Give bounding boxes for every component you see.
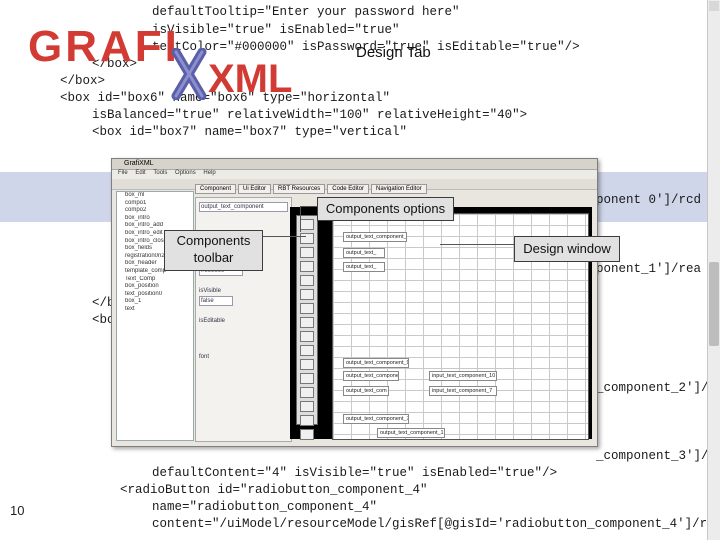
tree-item[interactable]: box_position [117,283,193,291]
design-component[interactable]: output_text_component_9 [343,358,409,368]
tab-ui-editor[interactable]: Ui Editor [238,184,272,194]
code-line: name="radiobutton_component_4" [152,500,378,514]
callout-leader-line [300,206,318,207]
code-line: isBalanced="true" relativeWidth="100" re… [92,108,528,122]
palette-tool-icon[interactable] [300,317,314,328]
tab-component[interactable]: Component [195,184,237,194]
prop-visible-field[interactable]: false [199,296,233,306]
prop-name-field[interactable]: output_text_component [199,202,288,212]
menu-options[interactable]: Options [175,170,196,176]
editor-tabs[interactable]: Component Ui Editor RBT Resources Code Edit… [195,184,590,196]
tree-item[interactable]: compo2 [117,207,193,215]
tree-item[interactable]: box_intro_add [117,222,193,230]
tab-rbt-resources[interactable]: RBT Resources [273,184,326,194]
code-line: ponent 0']/rcd [596,193,702,207]
tree-item[interactable]: text [117,306,193,314]
design-component[interactable]: input_text_component_10 [429,371,497,381]
vertical-scrollbar[interactable] [707,0,720,540]
tree-item[interactable]: compo1 [117,200,193,208]
design-component[interactable]: output_text_component_7 [343,414,409,424]
logo-xml-text: XML [208,57,292,100]
logo-xml-mark: XML [171,48,292,100]
palette-tool-icon[interactable] [300,331,314,342]
code-line: content="/uiModel/resourceModel/gisRef[@… [152,517,708,531]
menu-bar[interactable]: File Edit Tools Options Help [112,170,597,179]
design-component[interactable]: output_text_ [343,248,385,258]
callout-components-toolbar: Components toolbar [164,230,263,271]
callout-leader-line [440,244,515,245]
code-line: _component_3']/ [596,449,709,463]
tab-code-editor[interactable]: Code Editor [327,184,369,194]
components-palette[interactable] [296,215,318,440]
palette-tool-icon[interactable] [300,275,314,286]
design-tab-caption: Design Tab [356,44,431,61]
design-component[interactable]: output_text_com [343,386,389,396]
palette-tool-icon[interactable] [300,247,314,258]
code-line: <box id="box7" name="box7" type="vertica… [92,125,408,139]
design-component[interactable]: output_text_componen [343,371,399,381]
logo-grafi-text: GRAFI [28,22,180,71]
palette-tool-icon[interactable] [300,345,314,356]
menu-file[interactable]: File [118,170,128,176]
design-component[interactable]: output_text_ [343,262,385,272]
scrollbar-thumb[interactable] [709,262,719,346]
palette-tool-icon[interactable] [300,429,314,440]
palette-tool-icon[interactable] [300,261,314,272]
window-titlebar[interactable]: GrafiXML [112,159,597,170]
grafixml-logo: GRAFI XML [28,18,298,100]
callout-components-options: Components options [317,197,454,221]
design-component[interactable]: input_text_component_7 [429,386,497,396]
tab-navigation-editor[interactable]: Navigation Editor [370,184,427,194]
palette-tool-icon[interactable] [300,233,314,244]
palette-tool-icon[interactable] [300,373,314,384]
menu-edit[interactable]: Edit [135,170,145,176]
tree-item[interactable]: Text_Comp [117,276,193,284]
callout-leader-line [300,206,301,232]
scroll-up-button[interactable] [709,1,719,11]
code-line: _component_2']/ [596,381,709,395]
code-line: <radioButton id="radiobutton_component_4… [120,483,428,497]
code-line: ponent_1']/rea [596,262,702,276]
palette-tool-icon[interactable] [300,219,314,230]
palette-tool-icon[interactable] [300,387,314,398]
palette-tool-icon[interactable] [300,303,314,314]
tree-item[interactable]: box_1 [117,298,193,306]
window-title: GrafiXML [124,160,154,167]
page-number: 10 [10,503,25,518]
tree-item[interactable]: text_position0 [117,291,193,299]
tree-item[interactable]: box_intro [117,215,193,223]
tree-item[interactable]: box_ml [117,192,193,200]
palette-tool-icon[interactable] [300,359,314,370]
prop-label: isVisible [199,288,221,294]
menu-help[interactable]: Help [203,170,215,176]
callout-leader-line [262,236,306,237]
prop-label: isEditable [199,318,226,324]
code-line: defaultTooltip="Enter your password here… [152,5,460,19]
code-line: defaultContent="4" isVisible="true" isEn… [152,466,558,480]
design-component[interactable]: output_text_component_1 [377,428,445,438]
callout-design-window: Design window [514,236,620,262]
design-component[interactable]: output_text_component_0 [343,232,407,242]
prop-label: font [199,354,210,360]
palette-tool-icon[interactable] [300,289,314,300]
menu-tools[interactable]: Tools [153,170,167,176]
palette-tool-icon[interactable] [300,415,314,426]
project-tree[interactable]: box_ml compo1 compo2 box_intro box_intro… [116,191,194,441]
palette-tool-icon[interactable] [300,401,314,412]
